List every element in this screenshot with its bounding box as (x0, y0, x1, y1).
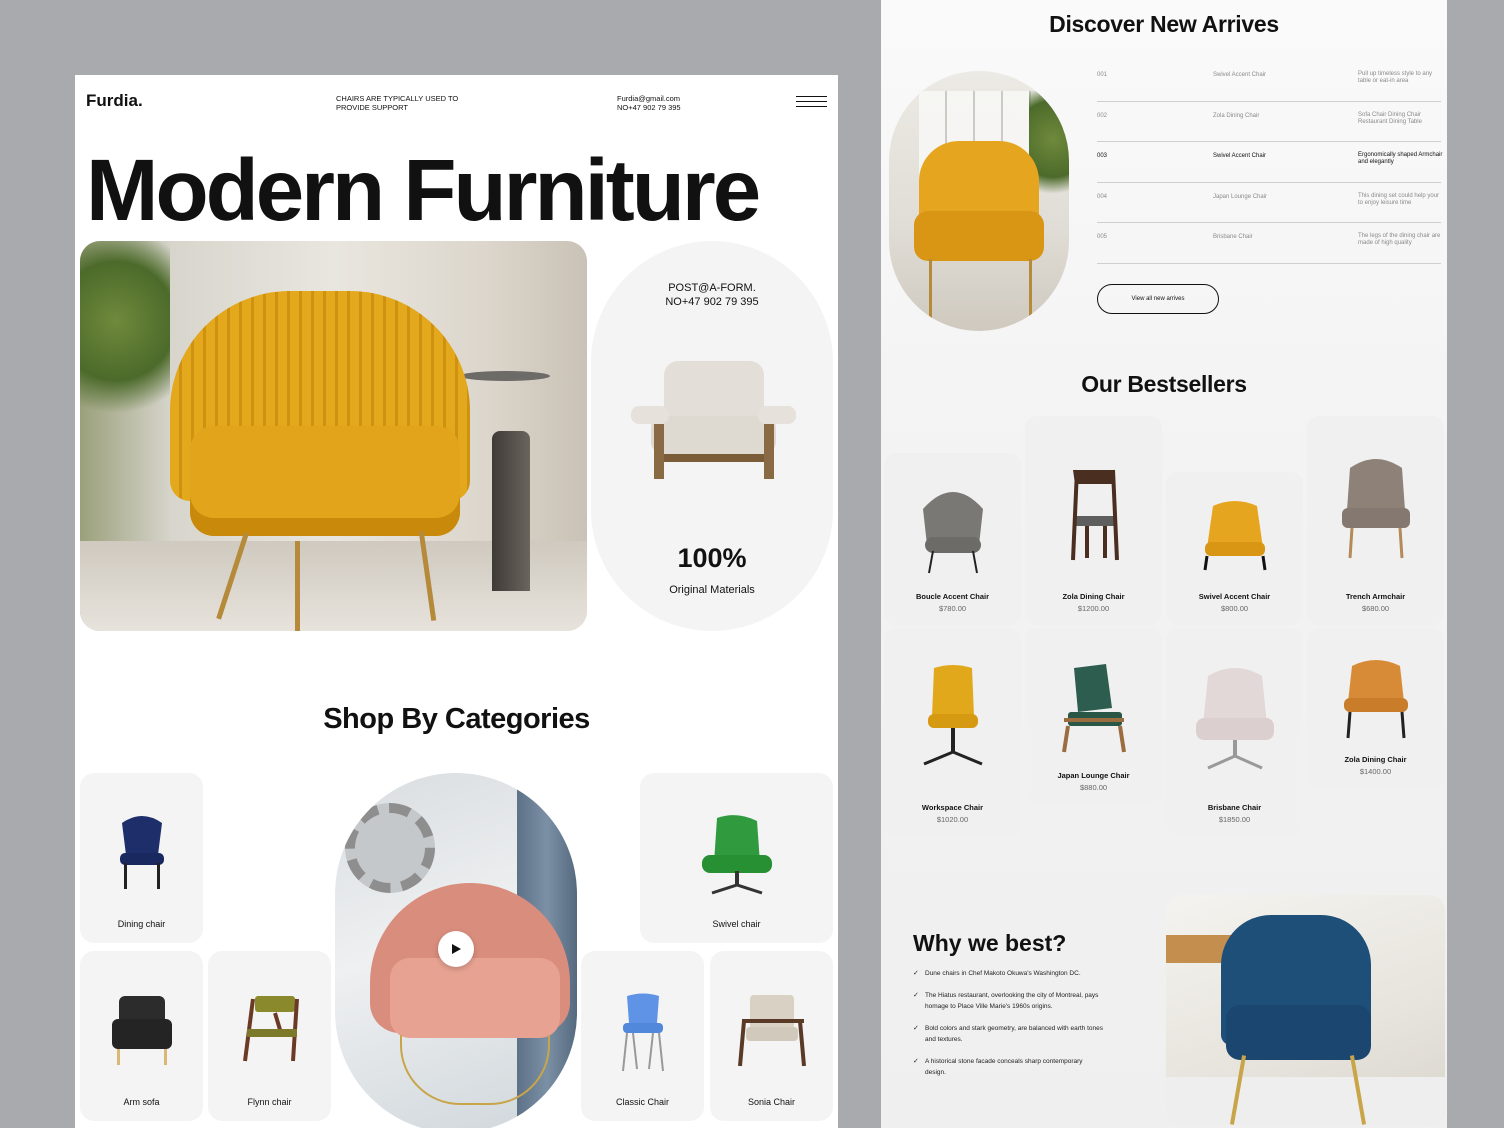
check-icon: ✓ (913, 1025, 919, 1032)
brisbane-chair-image (1195, 668, 1274, 770)
zola-dining-chair-image (1070, 469, 1119, 561)
dining-chair-image (119, 816, 164, 889)
check-icon: ✓ (913, 970, 919, 977)
japan-lounge-chair-image (1061, 664, 1126, 753)
stat-label: Original Materials (669, 584, 755, 596)
hero-title: Modern Furniture (86, 142, 761, 239)
workspace-chair-image (922, 665, 983, 766)
swivel-accent-chair-image (1203, 501, 1266, 571)
header-email[interactable]: Furdia@gmail.com (617, 94, 681, 103)
product-card[interactable]: Zola Dining Chair $1200.00 (1025, 416, 1162, 625)
category-label: Classic Chair (615, 1097, 669, 1107)
stat-value: 100% (677, 543, 747, 573)
play-button[interactable] (438, 931, 474, 967)
category-label: Swivel chair (712, 919, 761, 929)
product-card[interactable]: Japan Lounge Chair $880.00 (1025, 628, 1162, 803)
arrival-row-active[interactable]: 003 Swivel Accent Chair Ergonomically sh… (1097, 142, 1442, 183)
category-card-arm-sofa[interactable]: Arm sofa (80, 951, 203, 1121)
play-icon (452, 944, 461, 954)
category-card-swivel-chair[interactable]: Swivel chair (640, 773, 833, 943)
promo-card: POST@A-FORM. NO+47 902 79 395 100% Origi… (591, 241, 833, 631)
promo-contact: POST@A-FORM. NO+47 902 79 395 (591, 281, 833, 309)
category-label: Arm sofa (123, 1097, 160, 1107)
classic-chair-image (621, 993, 664, 1072)
why-item: ✓ Bold colors and stark geometry, are bal… (913, 1025, 1104, 1043)
category-label: Dining chair (117, 919, 166, 929)
hero-image-yellow-armchair (80, 241, 587, 631)
category-label: Sonia Chair (747, 1097, 796, 1107)
new-arrivals-list: 001 Swivel Accent Chair Pull up timeless… (1097, 61, 1442, 264)
arrival-row[interactable]: 005 Brisbane Chair The legs of the dinin… (1097, 223, 1441, 264)
flynn-chair-image (242, 996, 299, 1062)
zola-dining-chair-2-image (1343, 660, 1408, 739)
category-feature-video[interactable] (335, 773, 577, 1128)
check-icon: ✓ (913, 992, 919, 999)
category-card-sonia-chair[interactable]: Sonia Chair (710, 951, 833, 1121)
landing-page-right: Discover New Arrives 001 Swivel Accent C… (881, 0, 1447, 1128)
arrival-row[interactable]: 004 Japan Lounge Chair This dining set c… (1097, 183, 1441, 223)
header-phone: NO+47 902 79 395 (617, 103, 681, 112)
lounge-chair-image (631, 361, 796, 479)
boucle-chair-image (922, 492, 983, 574)
arrival-row[interactable]: 002 Zola Dining Chair Sofa Chair Dining … (1097, 102, 1441, 142)
promo-phone: NO+47 902 79 395 (665, 296, 759, 308)
why-item: ✓ Dune chairs in Chef Makoto Okuwa's Wash… (913, 970, 1081, 977)
why-title: Why we best? (913, 930, 1067, 956)
new-arrival-image (889, 71, 1069, 331)
why-item: ✓ The Hiatus restaurant, overlooking the … (913, 992, 1099, 1010)
view-all-arrivals-button[interactable]: View all new arrives (1097, 284, 1219, 314)
hamburger-menu-icon[interactable] (796, 96, 827, 108)
header-contact: Furdia@gmail.com NO+47 902 79 395 (617, 94, 681, 112)
product-card[interactable]: Swivel Accent Chair $800.00 (1166, 472, 1303, 625)
sonia-chair-image (737, 995, 806, 1067)
product-card[interactable]: Trench Armchair $680.00 (1307, 416, 1444, 625)
category-card-dining-chair[interactable]: Dining chair (80, 773, 203, 943)
bestsellers-title: Our Bestsellers (1081, 371, 1247, 397)
product-card[interactable]: Brisbane Chair $1850.00 (1166, 628, 1303, 835)
category-label: Flynn chair (247, 1097, 292, 1107)
product-card[interactable]: Workspace Chair $1020.00 (884, 628, 1021, 835)
new-arrivals-title: Discover New Arrives (1049, 11, 1279, 37)
landing-page-left: Furdia. CHAIRS ARE TYPICALLY USED TO PRO… (75, 75, 838, 1128)
product-card[interactable]: Zola Dining Chair $1400.00 (1307, 628, 1444, 787)
why-item: ✓ A historical stone facade conceals shar… (913, 1058, 1083, 1076)
arrival-row[interactable]: 001 Swivel Accent Chair Pull up timeless… (1097, 61, 1441, 102)
swivel-chair-image (701, 815, 772, 895)
why-list: ✓ Dune chairs in Chef Makoto Okuwa's Wash… (913, 968, 1103, 1089)
arm-sofa-image (111, 996, 172, 1065)
why-image-blue-armchair (1166, 895, 1445, 1125)
promo-email: POST@A-FORM. (668, 282, 756, 294)
product-card[interactable]: Boucle Accent Chair $780.00 (884, 453, 1021, 625)
brand-logo[interactable]: Furdia. (86, 91, 143, 111)
check-icon: ✓ (913, 1058, 919, 1065)
categories-title: Shop By Categories (323, 703, 590, 735)
trench-armchair-image (1341, 459, 1410, 559)
category-card-flynn-chair[interactable]: Flynn chair (208, 951, 331, 1121)
header-tagline: CHAIRS ARE TYPICALLY USED TO PROVIDE SUP… (336, 94, 459, 112)
category-card-classic-chair[interactable]: Classic Chair (581, 951, 704, 1121)
